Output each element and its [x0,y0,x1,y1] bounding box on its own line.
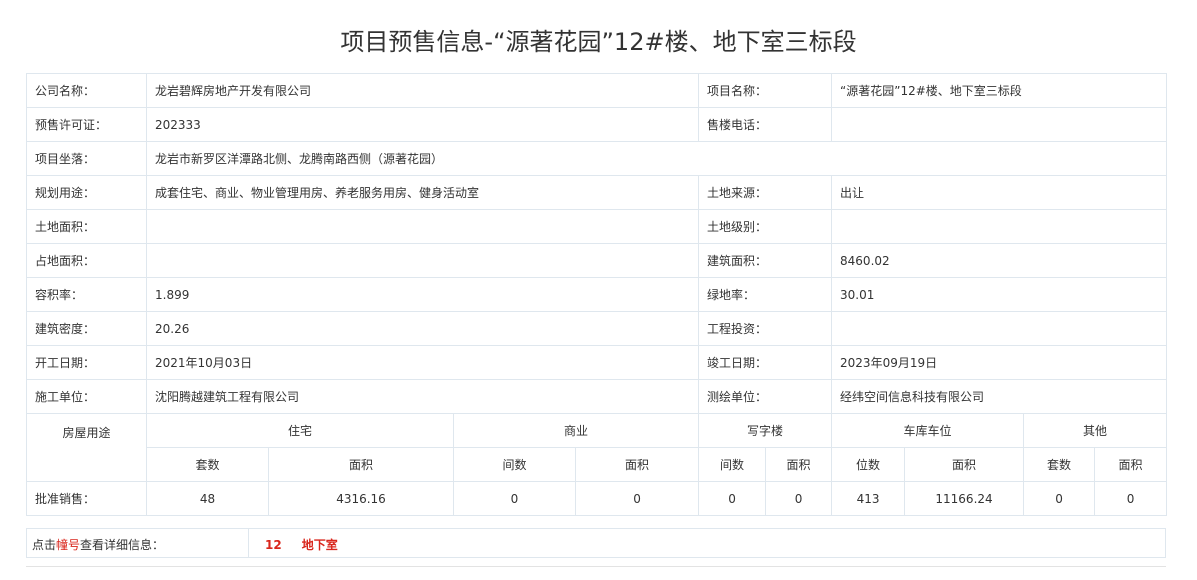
phone-label: 售楼电话： [698,107,833,142]
land-grade-label: 土地级别： [698,209,833,244]
group-header-commercial: 商业 [452,413,700,448]
sales-cell: 0 [453,481,576,516]
sub-header: 间数 [453,447,576,482]
company-label: 公司名称： [26,73,147,108]
builder-label: 施工单位： [26,379,147,414]
builder-value: 沈阳腾越建筑工程有限公司 [145,379,700,414]
divider [248,529,249,557]
survey-label: 测绘单位： [698,379,833,414]
info-row: 土地面积： 土地级别： [26,209,1168,244]
footprint-label: 占地面积： [26,243,147,278]
land-area-label: 土地面积： [26,209,147,244]
sub-header: 面积 [765,447,833,482]
building-links-box: 点击幢号查看详细信息： 12 地下室 [26,528,1166,558]
info-row: 施工单位： 沈阳腾越建筑工程有限公司 测绘单位： 经纬空间信息科技有限公司 [26,379,1168,414]
group-header-parking: 车库车位 [831,413,1025,448]
approved-sales-row: 批准销售： 48 4316.16 0 0 0 0 413 11166.24 0 … [26,481,1168,516]
invest-value [831,311,1168,346]
land-grade-value [831,209,1168,244]
building-link-12[interactable]: 12 [265,538,282,552]
sub-header: 面积 [268,447,454,482]
info-row: 公司名称： 龙岩碧辉房地产开发有限公司 项目名称： “源著花园”12#楼、地下室… [26,73,1168,108]
sub-header: 位数 [831,447,906,482]
sales-sub-header-row: 套数 面积 间数 面积 间数 面积 位数 面积 套数 面积 [27,447,1168,482]
info-row: 规划用途： 成套住宅、商业、物业管理用房、养老服务用房、健身活动室 土地来源： … [26,175,1168,210]
project-label: 项目名称： [698,73,833,108]
approved-sales-label: 批准销售： [26,481,147,516]
sales-cell: 0 [574,481,700,516]
location-label: 项目坐落： [26,141,147,176]
group-header-residential: 住宅 [146,413,454,448]
land-area-value [145,209,700,244]
sub-header: 面积 [904,447,1025,482]
divider [26,566,1166,567]
sales-group-header-row: 房屋用途 住宅 商业 写字楼 车库车位 其他 [26,413,1168,482]
usage-value: 成套住宅、商业、物业管理用房、养老服务用房、健身活动室 [145,175,700,210]
sales-cell: 48 [146,481,269,516]
usage-label: 规划用途： [26,175,147,210]
sales-cell: 0 [1023,481,1096,516]
usage-header: 房屋用途 [26,413,147,482]
building-link-basement[interactable]: 地下室 [302,538,338,552]
density-value: 20.26 [145,311,700,346]
land-source-value: 出让 [831,175,1168,210]
sales-cell: 413 [831,481,906,516]
density-label: 建筑密度： [26,311,147,346]
sub-header: 面积 [1094,447,1168,482]
info-row: 开工日期： 2021年10月03日 竣工日期： 2023年09月19日 [26,345,1168,380]
build-area-value: 8460.02 [831,243,1168,278]
location-value: 龙岩市新罗区洋潭路北侧、龙腾南路西侧（源著花园） [145,141,1168,176]
group-header-other: 其他 [1023,413,1168,448]
footprint-value [145,243,700,278]
company-value: 龙岩碧辉房地产开发有限公司 [145,73,700,108]
info-row: 容积率： 1.899 绿地率： 30.01 [26,277,1168,312]
building-links-lead: 点击幢号查看详细信息： [32,536,164,553]
far-label: 容积率： [26,277,147,312]
start-date-value: 2021年10月03日 [145,345,700,380]
sales-cell: 0 [698,481,767,516]
presale-info-table: 公司名称： 龙岩碧辉房地产开发有限公司 项目名称： “源著花园”12#楼、地下室… [26,73,1168,516]
build-area-label: 建筑面积： [698,243,833,278]
phone-value [831,107,1168,142]
survey-value: 经纬空间信息科技有限公司 [831,379,1168,414]
sub-header: 间数 [698,447,767,482]
group-header-office: 写字楼 [698,413,833,448]
sales-cell: 0 [1094,481,1168,516]
sales-cell: 0 [765,481,833,516]
info-row: 预售许可证： 202333 售楼电话： [26,107,1168,142]
permit-label: 预售许可证： [26,107,147,142]
land-source-label: 土地来源： [698,175,833,210]
sales-cell: 11166.24 [904,481,1025,516]
info-row: 项目坐落： 龙岩市新罗区洋潭路北侧、龙腾南路西侧（源著花园） [26,141,1168,176]
lead-text: 点击 [32,538,57,552]
green-label: 绿地率： [698,277,833,312]
sub-header: 套数 [1023,447,1096,482]
finish-date-label: 竣工日期： [698,345,833,380]
sales-cell: 4316.16 [268,481,454,516]
lead-highlight: 幢号 [56,538,81,552]
invest-label: 工程投资： [698,311,833,346]
page-title: 项目预售信息-“源著花园”12#楼、地下室三标段 [340,28,857,56]
far-value: 1.899 [145,277,700,312]
permit-value: 202333 [145,107,700,142]
project-value: “源著花园”12#楼、地下室三标段 [831,73,1168,108]
info-row: 占地面积： 建筑面积： 8460.02 [26,243,1168,278]
building-links: 12 地下室 [265,536,358,553]
green-value: 30.01 [831,277,1168,312]
finish-date-value: 2023年09月19日 [831,345,1168,380]
sub-header: 面积 [574,447,700,482]
lead-text: 查看详细信息： [80,538,165,552]
start-date-label: 开工日期： [26,345,147,380]
sub-header: 套数 [146,447,269,482]
info-row: 建筑密度： 20.26 工程投资： [26,311,1168,346]
